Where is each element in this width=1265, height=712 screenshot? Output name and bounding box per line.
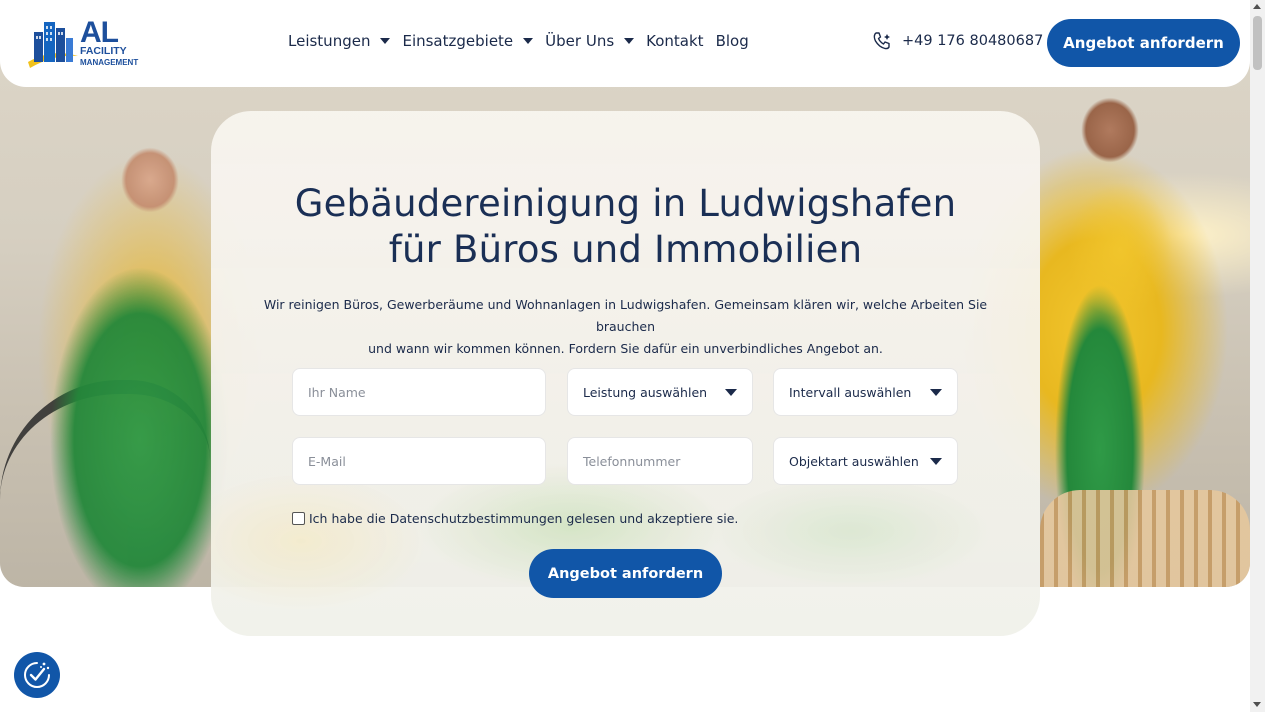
name-input-placeholder: Ihr Name <box>308 384 366 400</box>
interval-select-value: Intervall auswählen <box>789 384 912 400</box>
phone-input-placeholder: Telefonnummer <box>583 453 681 469</box>
cookie-consent-icon <box>24 662 50 688</box>
nav-item-ueber-uns[interactable]: Über Uns <box>545 32 635 50</box>
basket-image <box>1040 490 1250 587</box>
hero-title-line1: Gebäudereinigung in Ludwigshafen <box>294 182 957 225</box>
interval-select[interactable]: Intervall auswählen <box>773 368 958 416</box>
object-type-select-value: Objektart auswählen <box>789 453 919 469</box>
logo-text-facility: FACILITY <box>80 45 127 57</box>
dropdown-arrow-icon <box>725 388 737 396</box>
nav-label: Über Uns <box>545 32 615 50</box>
hero-quote-card: Gebäudereinigung in Ludwigshafen für Bür… <box>211 111 1040 636</box>
phone-icon <box>873 32 890 50</box>
nav-item-einsatzgebiete[interactable]: Einsatzgebiete <box>402 32 534 50</box>
object-type-select[interactable]: Objektart auswählen <box>773 437 958 485</box>
service-select[interactable]: Leistung auswählen <box>567 368 753 416</box>
logo-text-management: MANAGEMENT <box>80 58 139 67</box>
scrollbar-thumb[interactable] <box>1253 16 1262 70</box>
phone-number: +49 176 80480687 <box>902 33 1044 49</box>
nav-label: Blog <box>715 32 749 50</box>
hero-intro-line1: Wir reinigen Büros, Gewerberäume und Woh… <box>263 297 988 334</box>
phone-input[interactable]: Telefonnummer <box>567 437 753 485</box>
scroll-up-arrow-icon[interactable] <box>1253 4 1261 9</box>
nav-item-leistungen[interactable]: Leistungen <box>288 32 391 50</box>
privacy-checkbox[interactable] <box>292 512 305 525</box>
nav-label: Einsatzgebiete <box>402 32 514 50</box>
main-nav: Leistungen Einsatzgebiete Über Uns Konta… <box>288 32 761 50</box>
hero-intro: Wir reinigen Büros, Gewerberäume und Woh… <box>239 294 1012 360</box>
chevron-down-icon <box>624 38 635 44</box>
company-logo[interactable]: AL FACILITY MANAGEMENT <box>24 16 154 72</box>
service-select-value: Leistung auswählen <box>583 384 708 400</box>
header-quote-button[interactable]: Angebot anfordern <box>1047 19 1240 67</box>
nav-label: Kontakt <box>646 32 704 50</box>
page-scrollbar[interactable] <box>1250 0 1265 712</box>
nav-label: Leistungen <box>288 32 371 50</box>
phone-link[interactable]: +49 176 80480687 <box>872 31 1043 51</box>
privacy-consent-label: Ich habe die Datenschutzbestimmungen gel… <box>309 511 739 526</box>
site-header: AL FACILITY MANAGEMENT Leistungen Einsat… <box>0 0 1250 87</box>
privacy-consent[interactable]: Ich habe die Datenschutzbestimmungen gel… <box>292 511 738 526</box>
hero-title-line2: für Büros und Immobilien <box>388 228 863 271</box>
cleaner-left-image <box>40 120 230 587</box>
cookie-settings-button[interactable] <box>14 652 60 698</box>
email-input-placeholder: E-Mail <box>308 453 346 469</box>
building-logo-icon <box>28 22 78 68</box>
submit-quote-button[interactable]: Angebot anfordern <box>529 549 722 598</box>
nav-item-blog[interactable]: Blog <box>716 32 749 50</box>
email-input[interactable]: E-Mail <box>292 437 546 485</box>
chevron-down-icon <box>380 38 391 44</box>
nav-item-kontakt[interactable]: Kontakt <box>646 32 703 50</box>
hero-intro-line2: und wann wir kommen können. Fordern Sie … <box>368 341 883 356</box>
dropdown-arrow-icon <box>930 457 942 465</box>
dropdown-arrow-icon <box>930 388 942 396</box>
hero-title: Gebäudereinigung in Ludwigshafen für Bür… <box>211 181 1040 273</box>
scroll-down-arrow-icon[interactable] <box>1253 702 1261 707</box>
chevron-down-icon <box>523 38 534 44</box>
name-input[interactable]: Ihr Name <box>292 368 546 416</box>
